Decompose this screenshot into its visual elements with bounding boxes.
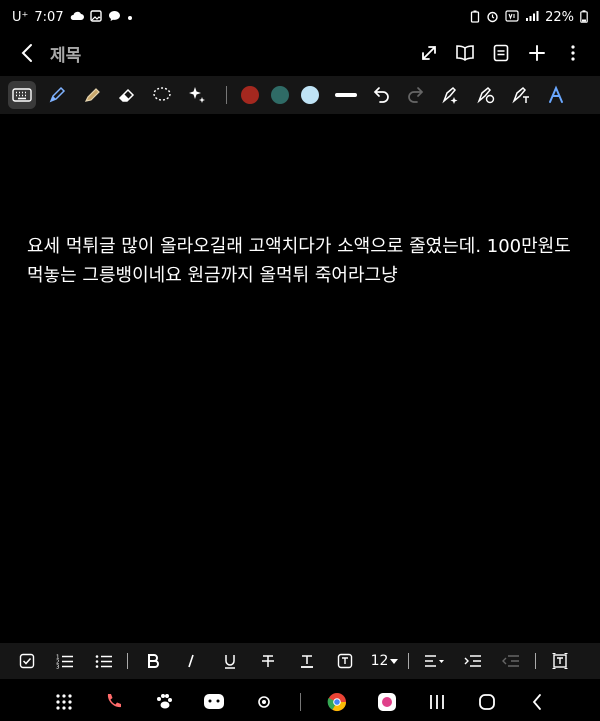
color-swatch-lightblue[interactable] [301,86,319,104]
notes-app-icon[interactable] [373,688,401,716]
cloud-icon [70,11,84,23]
page-icon[interactable] [490,42,512,64]
text-pen-icon[interactable] [507,81,535,109]
chrome-app-icon[interactable] [323,688,351,716]
format-toolbar: 123 12 [0,643,600,679]
text-style-icon[interactable] [542,81,570,109]
recent-apps-icon[interactable] [423,688,451,716]
system-nav-bar [0,683,600,721]
pen-icon[interactable] [43,81,71,109]
header-actions [418,42,584,64]
text-background-icon[interactable] [332,648,357,674]
font-size-value: 12 [370,653,389,669]
indent-icon[interactable] [460,648,485,674]
align-icon[interactable] [421,648,446,674]
phone-app-icon[interactable] [100,688,128,716]
undo-icon[interactable] [367,81,395,109]
format-divider [127,653,129,669]
bold-icon[interactable] [140,648,165,674]
battery-icon [580,9,588,25]
back-chevron-icon[interactable] [16,42,38,64]
color-swatch-red[interactable] [241,86,259,104]
strikethrough-icon[interactable] [255,648,280,674]
clock: 7:07 [34,9,64,25]
ai-sparkle-icon[interactable] [183,81,211,109]
shape-pen-icon[interactable] [472,81,500,109]
dropdown-arrow-icon [390,653,399,669]
note-body[interactable]: 요세 먹튀글 많이 올라오길래 고액치다가 소액으로 줄였는데. 100만원도 … [27,232,587,290]
messenger-app-icon[interactable] [200,688,228,716]
nav-divider [299,693,301,711]
gallery-icon [89,10,102,24]
status-bar: U⁺ 7:07 22% [0,0,600,34]
italic-icon[interactable] [179,648,204,674]
eraser-icon[interactable] [113,81,141,109]
text-color-icon[interactable] [294,648,319,674]
numbered-list-icon[interactable]: 123 [52,648,77,674]
toolbar-divider [226,86,227,104]
underline-icon[interactable] [217,648,242,674]
lasso-icon[interactable] [148,81,176,109]
battery-percent: 22% [545,9,574,25]
stroke-width-icon[interactable] [335,93,357,97]
color-swatch-teal[interactable] [271,86,289,104]
back-nav-icon[interactable] [523,688,551,716]
dot-icon [127,12,133,23]
bullet-list-icon[interactable] [91,648,116,674]
font-size-selector[interactable]: 12 [371,653,399,669]
text-box-icon[interactable] [548,648,573,674]
paw-app-icon[interactable] [150,688,178,716]
expand-icon[interactable] [418,42,440,64]
plus-icon[interactable] [526,42,548,64]
note-title[interactable]: 제목 [50,41,81,66]
format-divider [408,653,410,669]
carrier-label: U⁺ [12,9,29,25]
apps-grid-icon[interactable] [50,688,78,716]
highlighter-icon[interactable] [78,81,106,109]
status-left: U⁺ 7:07 [12,10,133,25]
drawing-toolbar [0,76,600,114]
battery-saver-icon [470,10,480,25]
app-header: 제목 [0,34,600,72]
message-icon [108,10,121,24]
volte-icon [505,10,519,24]
outdent-icon[interactable] [498,648,523,674]
alarm-icon [486,10,499,25]
checkbox-list-icon[interactable] [14,648,39,674]
book-icon[interactable] [454,42,476,64]
status-right: 22% [470,10,588,25]
signal-icon [525,10,539,24]
camera-app-icon[interactable] [250,688,278,716]
pen-sparkle-icon[interactable] [437,81,465,109]
home-icon[interactable] [473,688,501,716]
svg-text:3: 3 [56,665,60,670]
keyboard-icon[interactable] [8,81,36,109]
redo-icon[interactable] [402,81,430,109]
more-vertical-icon[interactable] [562,42,584,64]
format-divider [534,653,536,669]
